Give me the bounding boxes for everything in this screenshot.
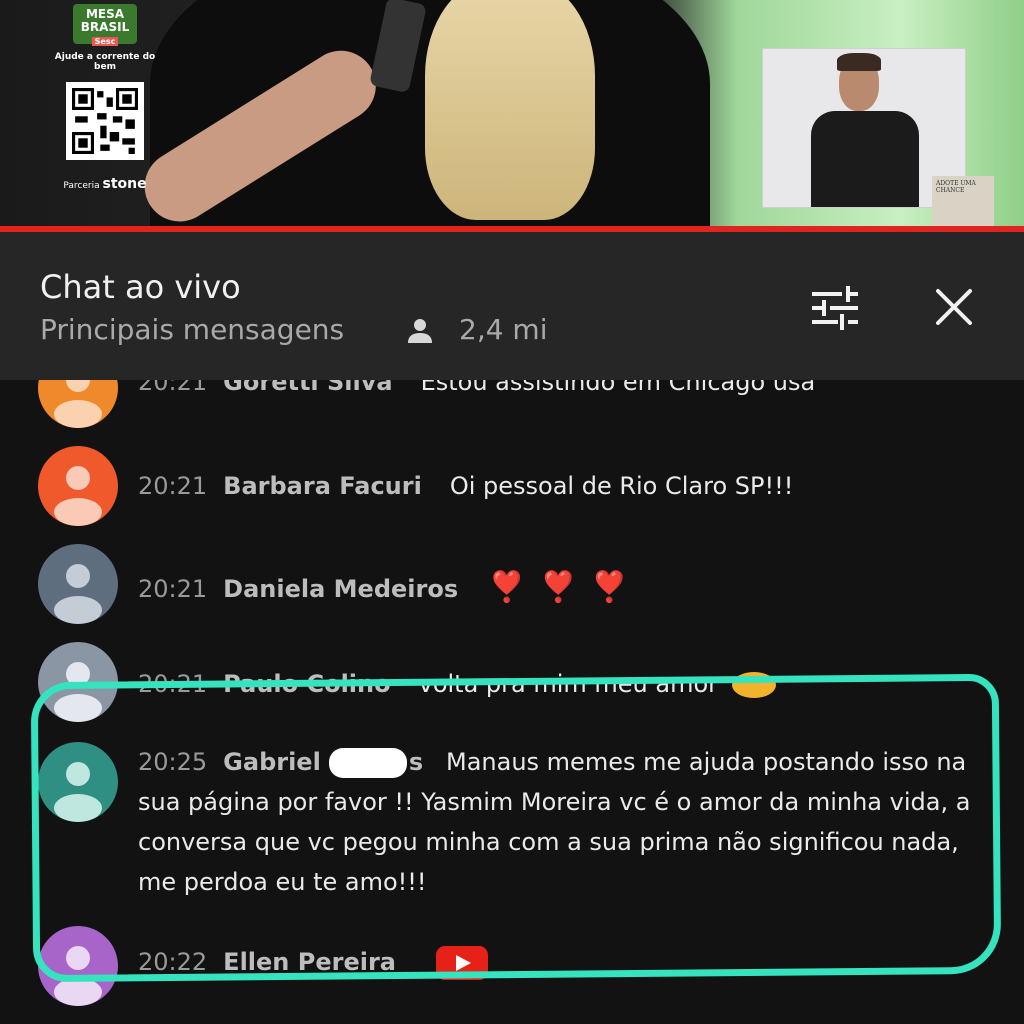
- person-icon: [408, 319, 432, 343]
- message-meta: 20:21 Paulo Colino volta pra mim meu amor: [138, 670, 777, 698]
- message-text: volta pra mim meu amor: [418, 670, 719, 698]
- message-author[interactable]: Gabriel s: [223, 748, 423, 778]
- chat-mode-selector[interactable]: Principais mensagens: [40, 313, 344, 346]
- message-author[interactable]: Paulo Colino: [223, 670, 390, 698]
- youtube-play-icon: [435, 946, 488, 980]
- message-meta: 20:21 Goretti Silva Estou assistindo em Ch…: [138, 380, 815, 396]
- message-meta: 20:22 Ellen Pereira: [138, 946, 488, 980]
- smiling-emoji-icon: [732, 672, 777, 698]
- close-icon[interactable]: [934, 287, 974, 327]
- message-text: Oi pessoal de Rio Claro SP!!!: [449, 472, 794, 500]
- mesa-brasil-logo: MESA BRASIL Sesc: [73, 4, 137, 46]
- message-time: 20:21: [138, 670, 208, 698]
- message-text: Estou assistindo em Chicago usa: [420, 380, 816, 396]
- message-meta: 20:21 Daniela Medeiros ❣️❣️❣️: [138, 570, 642, 605]
- avatar[interactable]: [38, 544, 118, 624]
- message-time: 20:22: [138, 948, 208, 976]
- message-author[interactable]: Daniela Medeiros: [223, 575, 458, 603]
- tune-icon[interactable]: [810, 286, 860, 330]
- interpreter-body: [811, 111, 919, 207]
- message-time: 20:21: [138, 575, 208, 603]
- chat-message-list[interactable]: 20:21 Goretti Silva Estou assistindo em Ch…: [0, 380, 1024, 1024]
- heart-exclamation-emoji: ❣️❣️❣️: [488, 570, 643, 605]
- message-meta: 20:21 Barbara Facuri Oi pessoal de Rio Cla…: [138, 472, 793, 500]
- redaction-mark: [328, 748, 407, 778]
- message-author[interactable]: Goretti Silva: [223, 380, 392, 396]
- interpreter-hair: [837, 53, 881, 71]
- partner-credit: Parceria stone: [63, 176, 147, 192]
- viewer-count: 2,4 mi: [459, 313, 548, 346]
- message-author[interactable]: Barbara Facuri: [223, 472, 422, 500]
- presenter-hair: [425, 0, 595, 220]
- avatar[interactable]: [38, 742, 118, 822]
- video-player[interactable]: MESA BRASIL Sesc Ajude a corrente do bem …: [0, 0, 1024, 228]
- avatar[interactable]: [38, 446, 118, 526]
- message-time: 20:21: [138, 380, 208, 396]
- avatar[interactable]: [38, 926, 118, 1006]
- sponsor-overlay: MESA BRASIL Sesc Ajude a corrente do bem …: [50, 4, 160, 192]
- qr-code-icon: [66, 82, 144, 160]
- message-author[interactable]: Ellen Pereira: [223, 948, 396, 976]
- background-sign: ADOTE UMA CHANCE: [932, 176, 994, 226]
- avatar[interactable]: [38, 380, 118, 428]
- avatar[interactable]: [38, 642, 118, 722]
- message-time: 20:25: [138, 748, 208, 776]
- chat-header: [0, 232, 1024, 380]
- message-body: 20:25 Gabriel s Manaus memes me ajuda post…: [138, 742, 988, 902]
- brand-tagline: Ajude a corrente do bem: [54, 52, 156, 72]
- message-time: 20:21: [138, 472, 208, 500]
- chat-title: Chat ao vivo: [40, 268, 241, 306]
